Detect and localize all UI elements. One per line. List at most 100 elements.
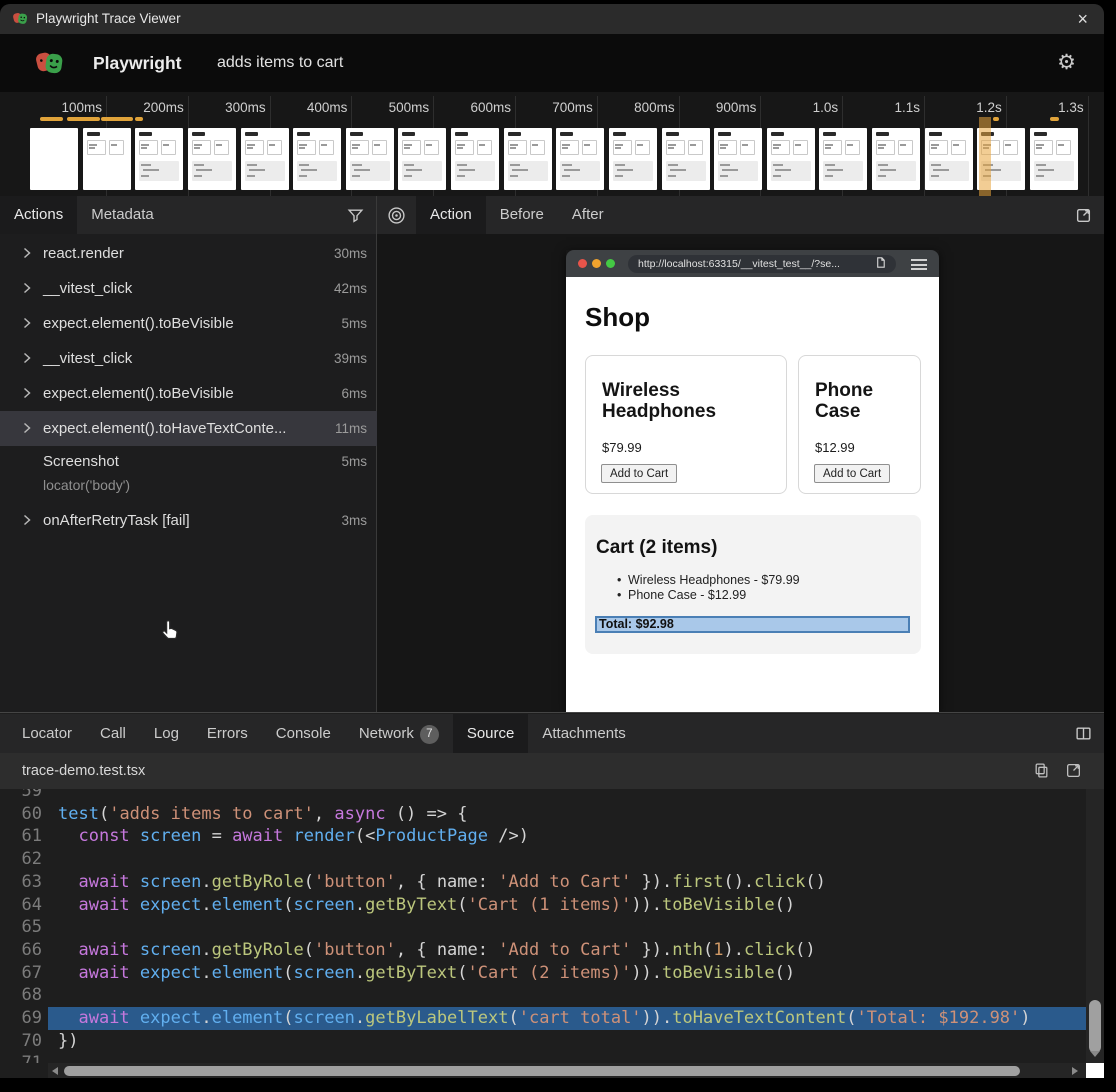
filter-icon[interactable]: [347, 196, 364, 234]
timeline-thumbnail[interactable]: [30, 128, 78, 190]
timeline-thumbnail[interactable]: [872, 128, 920, 190]
action-row[interactable]: expect.element().toBeVisible5ms: [0, 306, 377, 341]
action-row[interactable]: react.render30ms: [0, 236, 377, 271]
copy-url-icon[interactable]: [874, 256, 887, 269]
horizontal-scrollbar[interactable]: [48, 1063, 1086, 1078]
tab-locator[interactable]: Locator: [8, 714, 86, 753]
line-number: 60: [0, 803, 48, 826]
code-text: await expect.element(screen.getByText('C…: [58, 962, 795, 985]
timeline-thumbnail[interactable]: [398, 128, 446, 190]
close-icon[interactable]: ×: [1077, 4, 1088, 34]
chevron-right-icon[interactable]: [20, 280, 34, 296]
action-label: expect.element().toBeVisible: [43, 376, 234, 411]
chevron-right-icon[interactable]: [20, 512, 34, 528]
bottom-panel: LocatorCallLogErrorsConsoleNetwork7Sourc…: [0, 712, 1104, 1078]
traffic-green-dot: [606, 259, 615, 268]
tab-network[interactable]: Network7: [345, 714, 453, 753]
timeline-thumbnail[interactable]: [241, 128, 289, 190]
timeline-thumbnail[interactable]: [83, 128, 131, 190]
timeline-thumbnail[interactable]: [925, 128, 973, 190]
code-line: 68: [0, 984, 1086, 1007]
scroll-right-arrow[interactable]: [1072, 1067, 1078, 1075]
main-panels: ActionsMetadata react.render30ms__vitest…: [0, 196, 1104, 712]
action-row[interactable]: onAfterRetryTask [fail]3ms: [0, 503, 377, 538]
timeline-thumbnail[interactable]: [346, 128, 394, 190]
timeline-thumbnail[interactable]: [504, 128, 552, 190]
open-snapshot-external-icon[interactable]: [1075, 196, 1092, 234]
timeline-thumbnail[interactable]: [819, 128, 867, 190]
scroll-down-arrow[interactable]: [1090, 1051, 1100, 1057]
action-row[interactable]: expect.element().toBeVisible6ms: [0, 376, 377, 411]
code-line: 66 await screen.getByRole('button', { na…: [0, 939, 1086, 962]
chevron-right-icon[interactable]: [20, 385, 34, 401]
tab-log[interactable]: Log: [140, 714, 193, 753]
chevron-right-icon[interactable]: [20, 420, 34, 436]
product-card: Wireless Headphones$79.99Add to Cart: [585, 355, 787, 494]
timeline-thumbnail[interactable]: [293, 128, 341, 190]
action-label: __vitest_click: [43, 271, 132, 306]
timeline-label: 1.0s: [752, 100, 838, 116]
timeline-thumbnail[interactable]: [1030, 128, 1078, 190]
tab-snapshot-action[interactable]: Action: [416, 196, 486, 234]
settings-gear-icon[interactable]: ⚙: [1057, 34, 1076, 92]
tab-console[interactable]: Console: [262, 714, 345, 753]
action-duration: 5ms: [341, 306, 367, 341]
tab-source[interactable]: Source: [453, 714, 529, 753]
timeline-thumbnail[interactable]: [556, 128, 604, 190]
split-view-icon[interactable]: [1075, 714, 1092, 753]
timeline-label: 200ms: [98, 100, 184, 116]
open-source-external-icon[interactable]: [1065, 762, 1082, 779]
timeline-action-bar: [1050, 117, 1059, 121]
copy-source-icon[interactable]: [1033, 762, 1050, 779]
traffic-yellow-dot: [592, 259, 601, 268]
tab-snapshot-after[interactable]: After: [558, 196, 618, 234]
timeline-action-bar: [40, 117, 63, 121]
timeline-thumbnail[interactable]: [188, 128, 236, 190]
add-to-cart-button[interactable]: Add to Cart: [601, 464, 677, 483]
line-number: 64: [0, 894, 48, 917]
tab-actions[interactable]: Actions: [0, 196, 77, 234]
tab-metadata[interactable]: Metadata: [77, 196, 168, 234]
bottom-panel-tabs: LocatorCallLogErrorsConsoleNetwork7Sourc…: [0, 714, 1104, 753]
action-label: react.render: [43, 236, 124, 271]
timeline-label: 700ms: [507, 100, 593, 116]
timeline[interactable]: 100ms200ms300ms400ms500ms600ms700ms800ms…: [0, 92, 1104, 196]
chevron-right-icon[interactable]: [20, 315, 34, 331]
tab-snapshot-before[interactable]: Before: [486, 196, 558, 234]
chevron-right-icon[interactable]: [20, 350, 34, 366]
timeline-label: 400ms: [261, 100, 347, 116]
vertical-scrollbar-thumb[interactable]: [1089, 1000, 1101, 1053]
timeline-thumbnail[interactable]: [714, 128, 762, 190]
line-number: 65: [0, 916, 48, 939]
timeline-label: 900ms: [670, 100, 756, 116]
code-line: 63 await screen.getByRole('button', { na…: [0, 871, 1086, 894]
timeline-selection-band[interactable]: [979, 117, 991, 196]
timeline-action-bar: [101, 117, 133, 121]
timeline-thumbnail[interactable]: [609, 128, 657, 190]
action-row[interactable]: __vitest_click42ms: [0, 271, 377, 306]
horizontal-scrollbar-thumb[interactable]: [64, 1066, 1020, 1076]
action-row[interactable]: __vitest_click39ms: [0, 341, 377, 376]
add-to-cart-button[interactable]: Add to Cart: [814, 464, 890, 483]
target-icon[interactable]: [377, 196, 416, 234]
code-line: 60test('adds items to cart', async () =>…: [0, 803, 1086, 826]
source-code: 5960test('adds items to cart', async () …: [0, 789, 1086, 1063]
chevron-right-icon[interactable]: [20, 245, 34, 261]
vertical-scrollbar[interactable]: [1086, 789, 1104, 1063]
timeline-thumbnail[interactable]: [662, 128, 710, 190]
timeline-thumbnail[interactable]: [451, 128, 499, 190]
tab-call[interactable]: Call: [86, 714, 140, 753]
code-text: await expect.element(screen.getByLabelTe…: [58, 1007, 1031, 1030]
timeline-thumbnail[interactable]: [767, 128, 815, 190]
code-line: 62: [0, 848, 1086, 871]
test-title: adds items to cart: [217, 34, 343, 92]
tab-errors[interactable]: Errors: [193, 714, 262, 753]
action-row[interactable]: Screenshotlocator('body')5ms: [0, 446, 377, 503]
action-row[interactable]: expect.element().toHaveTextConte...11ms: [0, 411, 377, 446]
code-line: 59: [0, 789, 1086, 803]
scroll-left-arrow[interactable]: [52, 1067, 58, 1075]
scrollbar-corner: [1086, 1063, 1104, 1078]
timeline-thumbnail[interactable]: [135, 128, 183, 190]
tab-attachments[interactable]: Attachments: [528, 714, 639, 753]
code-text: }): [58, 1030, 78, 1053]
